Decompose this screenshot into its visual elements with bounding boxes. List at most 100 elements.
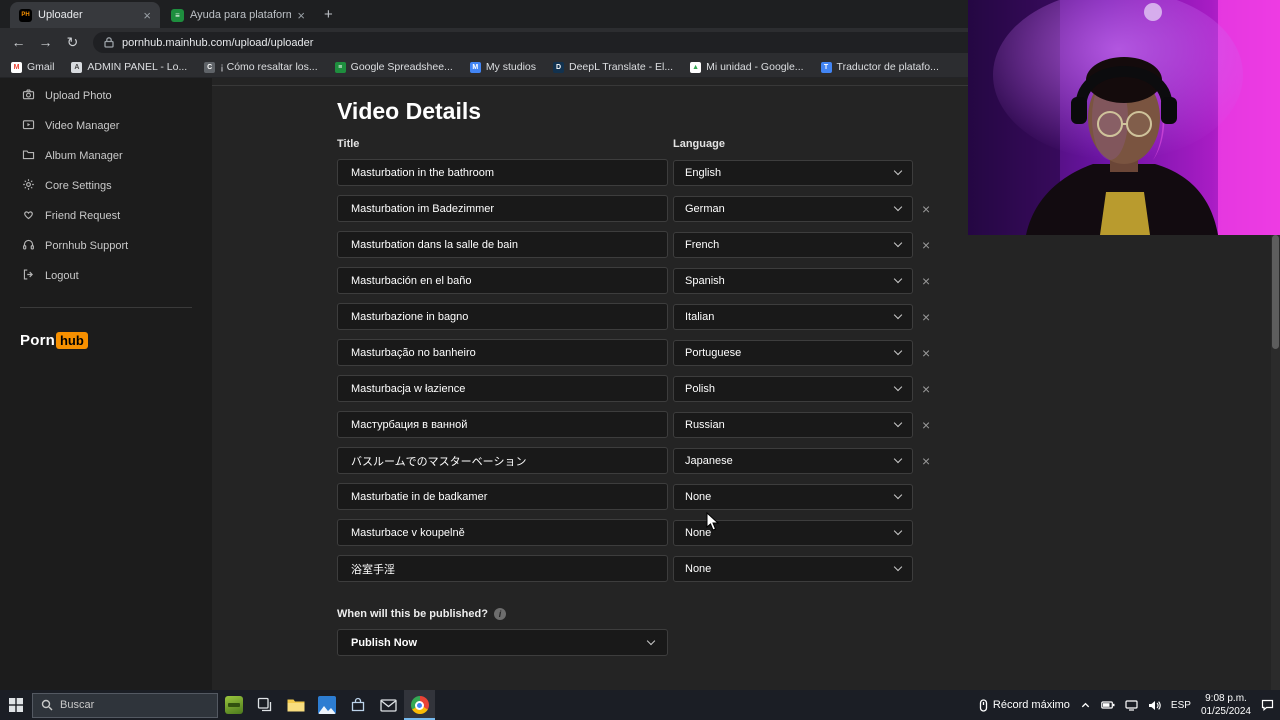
chrome-icon[interactable] [404,690,435,720]
sidebar-item-logout[interactable]: Logout [0,261,212,291]
publish-select[interactable]: Publish Now [337,629,668,656]
title-input[interactable] [337,411,668,438]
sidebar-item-label: Friend Request [45,210,120,222]
chevron-down-icon [894,202,902,210]
new-tab-button[interactable]: + [324,6,333,23]
store-icon[interactable] [342,690,373,720]
video-detail-row: Italian × [337,303,1280,330]
browser-tab[interactable]: ≡Ayuda para plataformas - Hoja...× [162,2,314,28]
language-select[interactable]: None [673,484,913,510]
browser-tab[interactable]: PHUploader× [10,2,160,28]
title-input[interactable] [337,267,668,294]
sheets-favicon: ≡ [171,9,184,22]
sidebar-item-friend-request[interactable]: Friend Request [0,201,212,231]
language-select[interactable]: Polish [673,376,913,402]
remove-row-button[interactable]: × [922,418,930,432]
video-detail-row: Russian × [337,411,1280,438]
tab-close-icon[interactable]: × [297,9,305,22]
remove-row-button[interactable]: × [922,202,930,216]
sidebar-items: Upload PhotoVideo ManagerAlbum Manager Co… [0,81,212,291]
reload-button[interactable]: ↻ [60,28,85,57]
publish-label: When will this be published? i [337,608,1280,620]
language-select[interactable]: Spanish [673,268,913,294]
logo-text-hub: hub [56,332,88,349]
photos-icon[interactable] [311,690,342,720]
title-input[interactable] [337,519,668,546]
remove-row-button[interactable]: × [922,274,930,288]
remove-row-button[interactable]: × [922,346,930,360]
file-explorer-icon[interactable] [280,690,311,720]
chevron-down-icon [894,382,902,390]
remove-row-button[interactable]: × [922,454,930,468]
clock[interactable]: 9:08 p.m. 01/25/2024 [1201,692,1251,718]
language-select[interactable]: Japanese [673,448,913,474]
sidebar-item-pornhub-support[interactable]: Pornhub Support [0,231,212,261]
video-icon [22,118,35,134]
language-select[interactable]: None [673,556,913,582]
back-button[interactable]: ← [6,28,31,57]
title-input[interactable] [337,231,668,258]
tab-close-icon[interactable]: × [143,9,151,22]
bookmark-item[interactable]: MGmail [11,61,54,73]
bookmark-item[interactable]: AADMIN PANEL - Lo... [71,61,187,73]
battery-icon[interactable] [1101,700,1115,710]
bookmark-item[interactable]: MMy studios [470,61,536,73]
search-icon [41,699,53,711]
bookmark-item[interactable]: DDeepL Translate - El... [553,61,673,73]
sidebar-item-video-manager[interactable]: Video Manager [0,111,212,141]
notification-center-icon[interactable] [1261,699,1274,711]
video-detail-row: Polish × [337,375,1280,402]
task-view-icon[interactable] [249,690,280,720]
title-input[interactable] [337,195,668,222]
bookmark-item[interactable]: TTraductor de platafo... [821,61,939,73]
language-select[interactable]: Portuguese [673,340,913,366]
chevron-down-icon [894,454,902,462]
title-input[interactable] [337,447,668,474]
title-input[interactable] [337,375,668,402]
volume-icon[interactable] [1148,700,1161,711]
language-select[interactable]: Russian [673,412,913,438]
bookmark-label: Google Spreadshee... [351,61,453,73]
network-icon[interactable] [1125,700,1138,711]
pinned-app-icon[interactable] [218,690,249,720]
sidebar-item-core-settings[interactable]: Core Settings [0,171,212,201]
title-column-label: Title [337,138,673,150]
language-value: English [685,167,895,179]
language-indicator[interactable]: ESP [1171,700,1191,711]
scrollbar-thumb[interactable] [1272,235,1279,349]
pornhub-logo[interactable]: Porn hub [0,332,212,349]
language-select[interactable]: French [673,232,913,258]
mail-icon[interactable] [373,690,404,720]
title-input[interactable] [337,483,668,510]
chevron-down-icon [894,274,902,282]
folder-icon [22,148,35,164]
sidebar-item-upload-photo[interactable]: Upload Photo [0,81,212,111]
sidebar-item-label: Core Settings [45,180,112,192]
sidebar-item-album-manager[interactable]: Album Manager [0,141,212,171]
title-input[interactable] [337,339,668,366]
language-select[interactable]: English [673,160,913,186]
title-input[interactable] [337,159,668,186]
title-input[interactable] [337,555,668,582]
site-info-icon[interactable] [104,37,114,48]
publish-value: Publish Now [351,637,648,649]
bookmark-item[interactable]: C¡ Cómo resaltar los... [204,61,317,73]
language-value: None [685,563,895,575]
taskbar-search[interactable]: Buscar [32,693,218,718]
language-select[interactable]: None [673,520,913,546]
hidden-icons-chevron[interactable] [1080,700,1091,711]
bookmark-item[interactable]: ≡Google Spreadshee... [335,61,453,73]
remove-row-button[interactable]: × [922,238,930,252]
remove-row-button[interactable]: × [922,310,930,324]
title-input[interactable] [337,303,668,330]
language-value: German [685,203,895,215]
bookmark-item[interactable]: ▲Mi unidad - Google... [690,61,803,73]
language-select[interactable]: German [673,196,913,222]
info-icon[interactable]: i [494,608,506,620]
language-select[interactable]: Italian [673,304,913,330]
remove-row-button[interactable]: × [922,382,930,396]
start-button[interactable] [0,690,32,720]
clock-date: 01/25/2024 [1201,705,1251,718]
chevron-down-icon [894,310,902,318]
forward-button[interactable]: → [33,28,58,57]
